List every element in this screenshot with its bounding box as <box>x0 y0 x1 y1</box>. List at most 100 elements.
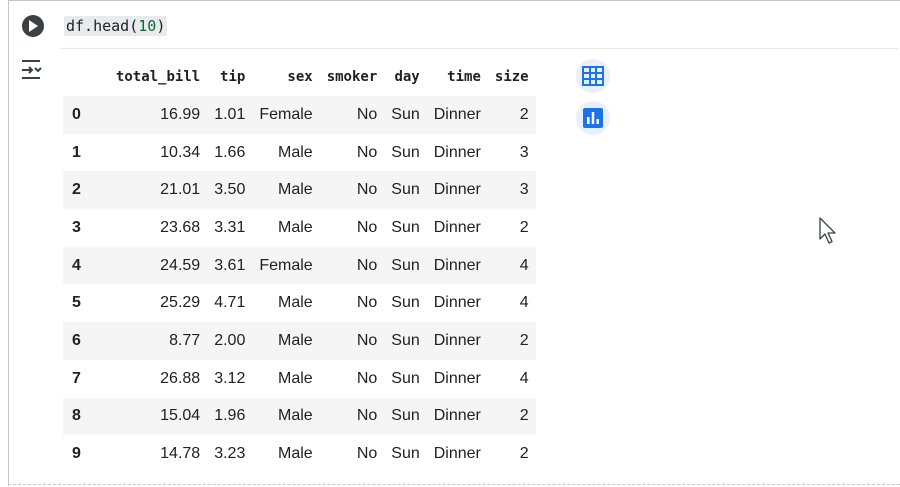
cell-day: Sun <box>391 256 420 274</box>
table-row: 4 24.59 3.61 Female No Sun Dinner 4 <box>63 246 536 285</box>
cell-tip: 3.31 <box>214 218 246 236</box>
column-header-smoker: smoker <box>326 68 378 85</box>
output-toggle-button[interactable] <box>20 58 44 82</box>
dataframe-table: total_bill tip sex smoker day time size 0 16.99… <box>63 57 536 473</box>
cell-tip: 3.50 <box>214 181 246 199</box>
index-header <box>63 57 109 96</box>
cell-size: 3 <box>519 181 529 199</box>
table-row: 7 26.88 3.12 Male No Sun Dinner 4 <box>63 360 536 398</box>
cell-day: Sun <box>391 331 420 349</box>
cell-sex: Male <box>278 331 313 349</box>
column-header-day: day <box>394 68 420 85</box>
row-index: 7 <box>72 369 81 387</box>
cell-time: Dinner <box>433 143 481 161</box>
cell-smoker: No <box>356 143 378 161</box>
cell-smoker: No <box>356 294 378 312</box>
cell-time: Dinner <box>433 445 481 463</box>
code-arg: 10 <box>138 17 157 35</box>
cell-sex: Male <box>278 143 313 161</box>
column-header-sex: sex <box>287 68 313 85</box>
cell-tip: 1.66 <box>214 143 246 161</box>
cell-sex: Male <box>278 445 313 463</box>
cell-day: Sun <box>391 105 420 123</box>
row-index: 3 <box>72 218 81 236</box>
cell-smoker: No <box>356 407 378 425</box>
cell-day: Sun <box>391 445 420 463</box>
cell-total-bill: 16.99 <box>160 105 201 123</box>
run-cell-button[interactable] <box>22 15 44 37</box>
table-row: 8 15.04 1.96 Male No Sun Dinner 2 <box>63 397 536 436</box>
row-index: 9 <box>72 445 81 463</box>
suggest-charts-button[interactable] <box>576 101 610 135</box>
play-icon <box>29 20 38 32</box>
cell-smoker: No <box>356 218 378 236</box>
cell-smoker: No <box>356 181 378 199</box>
row-index: 6 <box>72 331 81 349</box>
cell-time: Dinner <box>433 407 481 425</box>
cell-sex: Male <box>278 369 313 387</box>
row-index: 8 <box>72 407 81 425</box>
cell-day: Sun <box>391 407 420 425</box>
cell-total-bill: 10.34 <box>160 143 201 161</box>
cell-tip: 4.71 <box>214 294 246 312</box>
cell-tip: 3.23 <box>214 445 246 463</box>
row-index: 0 <box>72 105 81 123</box>
bar-chart-icon <box>583 108 603 128</box>
column-header-time: time <box>447 68 481 85</box>
cell-size: 4 <box>519 256 529 274</box>
cell-sex: Male <box>278 294 313 312</box>
cell-day: Sun <box>391 143 420 161</box>
cell-size: 2 <box>519 445 529 463</box>
cell-sex: Male <box>278 218 313 236</box>
column-header-size: size <box>494 68 529 85</box>
cell-time: Dinner <box>433 331 481 349</box>
column-header-total-bill: total_bill <box>115 68 201 85</box>
code-prefix: df.head( <box>66 17 139 35</box>
cell-day: Sun <box>391 181 420 199</box>
table-row: 1 10.34 1.66 Male No Sun Dinner 3 <box>63 134 536 172</box>
cell-day: Sun <box>391 369 420 387</box>
row-index: 2 <box>72 181 81 199</box>
table-body: 0 16.99 1.01 Female No Sun Dinner 2 1 10.34 1.66 Ma… <box>63 96 536 473</box>
cell-size: 2 <box>519 331 529 349</box>
cell-time: Dinner <box>433 218 481 236</box>
header-row: total_bill tip sex smoker day time size <box>63 57 536 96</box>
cell-tip: 1.01 <box>214 105 246 123</box>
code-editor[interactable]: df.head(10) <box>60 10 898 49</box>
cell-time: Dinner <box>433 105 481 123</box>
cell-size: 4 <box>519 369 529 387</box>
convert-to-interactive-table-button[interactable] <box>576 59 610 93</box>
table-row: 3 23.68 3.31 Male No Sun Dinner 2 <box>63 209 536 247</box>
cell-total-bill: 21.01 <box>160 181 201 199</box>
cell-total-bill: 8.77 <box>169 331 201 349</box>
column-header-tip: tip <box>220 68 246 85</box>
output-toggle-icon <box>22 60 42 79</box>
table-row: 5 25.29 4.71 Male No Sun Dinner 4 <box>63 284 536 322</box>
cell-size: 4 <box>519 294 529 312</box>
cell-tip: 3.61 <box>214 256 246 274</box>
row-index: 4 <box>72 256 81 274</box>
row-index: 5 <box>72 294 81 312</box>
cell-smoker: No <box>356 369 378 387</box>
cell-total-bill: 14.78 <box>160 445 201 463</box>
table-header: total_bill tip sex smoker day time size <box>63 57 536 96</box>
code-text: df.head(10) <box>64 16 168 36</box>
cell-divider <box>8 484 900 485</box>
cell-tip: 2.00 <box>214 331 246 349</box>
table-view-icon <box>582 66 604 86</box>
cell-day: Sun <box>391 218 420 236</box>
cell-time: Dinner <box>433 294 481 312</box>
cell-size: 2 <box>519 105 529 123</box>
cell-total-bill: 15.04 <box>160 407 201 425</box>
cell-time: Dinner <box>433 369 481 387</box>
table-row: 9 14.78 3.23 Male No Sun Dinner 2 <box>63 435 536 473</box>
cell-smoker: No <box>356 331 378 349</box>
cell-sex: Male <box>278 407 313 425</box>
code-suffix: ) <box>156 17 166 35</box>
cell-size: 2 <box>519 407 529 425</box>
cell-total-bill: 25.29 <box>160 294 201 312</box>
cell-tip: 1.96 <box>214 407 246 425</box>
cell-sex: Female <box>259 256 313 274</box>
cell-size: 3 <box>519 143 529 161</box>
cell-smoker: No <box>356 256 378 274</box>
